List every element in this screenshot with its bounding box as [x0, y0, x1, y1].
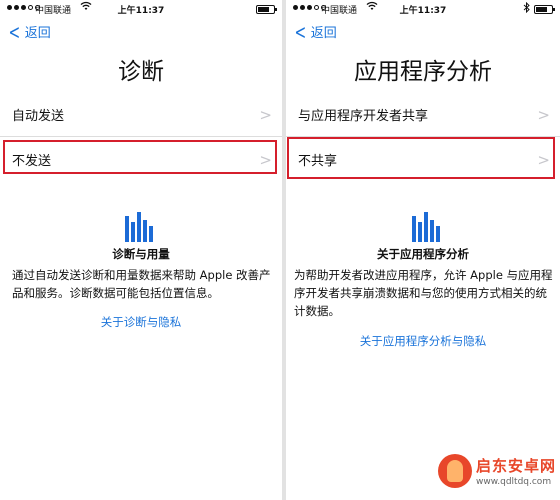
- option-auto-send[interactable]: 自动发送 >: [0, 92, 282, 136]
- app-analytics-screen: 中国联通 上午11:37 < 返回 应用程序分析 与应用程序开发者共享 > 不共…: [286, 0, 560, 500]
- chevron-right-icon: >: [537, 151, 550, 169]
- status-bar: 中国联通 上午11:37: [286, 0, 560, 18]
- site-watermark: 启东安卓网 www.qdltdq.com: [438, 450, 556, 496]
- status-time: 上午11:37: [399, 6, 447, 16]
- section-heading: 关于应用程序分析: [377, 247, 469, 261]
- battery-icon: [256, 5, 277, 14]
- chevron-right-icon: >: [537, 106, 550, 124]
- page-title: 应用程序分析: [354, 59, 492, 85]
- chevron-left-icon: <: [294, 19, 307, 44]
- option-dont-send[interactable]: 不发送 >: [0, 137, 282, 181]
- privacy-link[interactable]: 关于应用程序分析与隐私: [286, 333, 560, 349]
- option-label: 不共享: [298, 153, 338, 169]
- bar-chart-icon: [125, 210, 157, 242]
- watermark-name: 启东安卓网: [476, 457, 557, 475]
- back-button[interactable]: < 返回: [6, 19, 51, 44]
- chevron-right-icon: >: [259, 106, 272, 124]
- option-label: 自动发送: [12, 108, 65, 124]
- back-label: 返回: [24, 26, 51, 41]
- option-share-with-developers[interactable]: 与应用程序开发者共享 >: [286, 92, 560, 136]
- diagnostics-screen: 中国联通 上午11:37 < 返回 诊断 自动发送 > 不发送 > 诊断与用量 …: [0, 0, 282, 500]
- watermark-url: www.qdltdq.com: [476, 477, 552, 487]
- option-label: 与应用程序开发者共享: [298, 108, 429, 124]
- privacy-link[interactable]: 关于诊断与隐私: [0, 314, 282, 330]
- chevron-left-icon: <: [8, 19, 21, 44]
- back-button[interactable]: < 返回: [292, 19, 337, 44]
- option-dont-share[interactable]: 不共享 >: [286, 137, 560, 181]
- battery-icon: [534, 5, 555, 14]
- watermark-logo-icon: [438, 454, 472, 488]
- status-bar: 中国联通 上午11:37: [0, 0, 282, 18]
- section-description: 为帮助开发者改进应用程序，允许 Apple 与应用程序开发者共享崩溃数据和与您的…: [294, 268, 553, 318]
- chevron-right-icon: >: [259, 151, 272, 169]
- section-heading: 诊断与用量: [112, 247, 170, 261]
- option-label: 不发送: [12, 153, 52, 169]
- bluetooth-icon: [523, 1, 530, 16]
- section-description: 通过自动发送诊断和用量数据来帮助 Apple 改善产品和服务。诊断数据可能包括位…: [12, 268, 271, 300]
- bar-chart-icon: [412, 210, 444, 242]
- status-time: 上午11:37: [117, 6, 165, 16]
- page-title: 诊断: [118, 59, 164, 85]
- back-label: 返回: [310, 26, 337, 41]
